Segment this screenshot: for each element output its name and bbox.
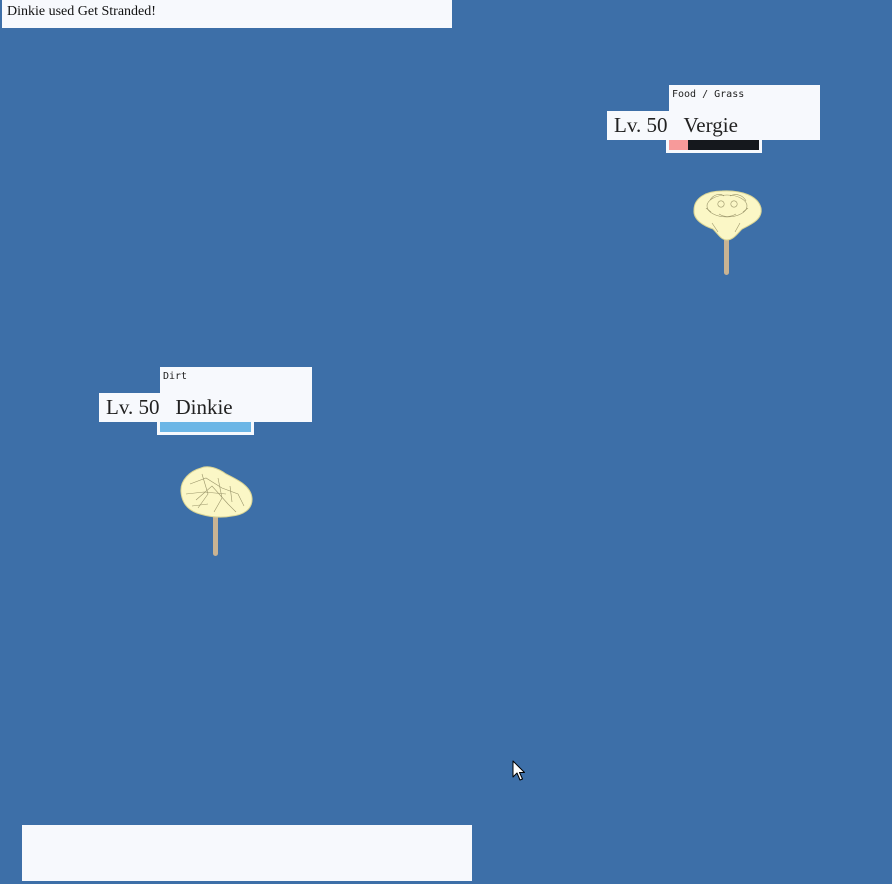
- player-level: Lv. 50: [106, 395, 160, 419]
- opponent-hp-bar: [666, 138, 762, 153]
- player-name: Dinkie: [175, 395, 233, 419]
- battle-message: Dinkie used Get Stranded!: [2, 0, 452, 28]
- mushroom-creature-icon: [690, 188, 764, 285]
- mouse-cursor-icon: [512, 760, 526, 787]
- opponent-type-label: Food / Grass: [669, 85, 820, 112]
- player-name-plate: Lv. 50 Dinkie: [99, 393, 312, 422]
- opponent-name-plate: Lv. 50 Vergie: [607, 111, 820, 140]
- opponent-level: Lv. 50: [614, 113, 668, 137]
- opponent-name: Vergie: [683, 113, 738, 137]
- rock-creature-icon: [178, 464, 256, 565]
- player-type-label: Dirt: [160, 367, 312, 395]
- command-input[interactable]: [22, 825, 472, 881]
- player-hp-bar: [157, 420, 254, 435]
